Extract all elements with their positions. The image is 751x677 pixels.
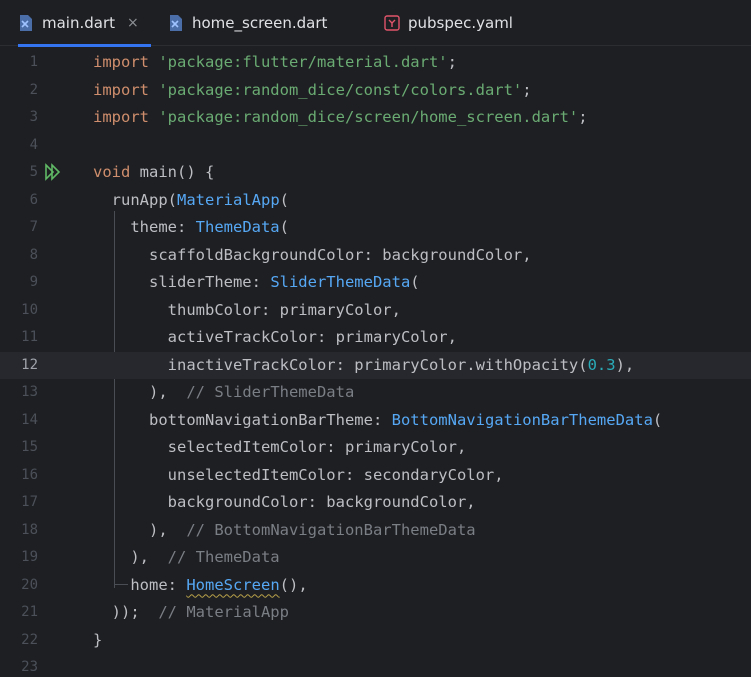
dart-file-icon [170, 15, 182, 31]
code-line: 7 theme: ThemeData( [0, 214, 751, 242]
code-line: 3 import 'package:random_dice/screen/hom… [0, 104, 751, 132]
line-number: 9 [29, 274, 38, 290]
code-line: 21 )); // MaterialApp [0, 599, 751, 627]
code-text: runApp(MaterialApp( [93, 190, 289, 209]
code-editor[interactable]: 1 import 'package:flutter/material.dart'… [0, 46, 751, 677]
code-line: 20 home: HomeScreen(), [0, 572, 751, 600]
code-line: 10 thumbColor: primaryColor, [0, 297, 751, 325]
editor-tab-bar: main.dart × home_screen.dart pubspec.yam… [0, 0, 751, 47]
line-number: 17 [21, 494, 38, 510]
code-text: import 'package:random_dice/screen/home_… [93, 108, 588, 126]
tab-home-screen-dart[interactable]: home_screen.dart [168, 0, 327, 46]
code-line: 4 [0, 132, 751, 160]
closing-label-comment: // BottomNavigationBarThemeData [186, 520, 476, 539]
line-number: 8 [29, 246, 38, 263]
line-number: 13 [21, 384, 38, 400]
code-text: import 'package:flutter/material.dart'; [93, 53, 457, 71]
code-text: sliderTheme: SliderThemeData( [93, 273, 420, 291]
line-number: 11 [21, 329, 38, 345]
line-number: 5 [29, 164, 38, 180]
line-number: 7 [29, 219, 38, 235]
run-main-icon[interactable] [44, 163, 62, 181]
code-text: ), // SliderThemeData [93, 383, 355, 401]
code-text: void main() { [93, 163, 215, 181]
code-line: 16 unselectedItemColor: secondaryColor, [0, 462, 751, 490]
code-line: 1 import 'package:flutter/material.dart'… [0, 49, 751, 77]
code-line: 11 activeTrackColor: primaryColor, [0, 324, 751, 352]
line-number: 3 [29, 109, 38, 125]
tab-pubspec-yaml[interactable]: pubspec.yaml [384, 0, 513, 46]
code-text: theme: ThemeData( [93, 218, 289, 236]
line-number: 19 [21, 549, 38, 565]
code-line: 19 ), // ThemeData [0, 544, 751, 572]
code-text: activeTrackColor: primaryColor, [93, 328, 457, 346]
close-tab-icon[interactable]: × [127, 15, 139, 31]
code-text: backgroundColor: backgroundColor, [93, 493, 476, 511]
tab-main-dart[interactable]: main.dart × [18, 0, 151, 47]
line-number: 4 [29, 136, 38, 153]
line-number: 18 [21, 521, 38, 538]
code-line: 13 ), // SliderThemeData [0, 379, 751, 407]
code-line: 22 } [0, 627, 751, 655]
code-text: home: HomeScreen(), [93, 575, 308, 594]
code-line: 17 backgroundColor: backgroundColor, [0, 489, 751, 517]
line-number: 16 [21, 466, 38, 483]
code-text: ), // BottomNavigationBarThemeData [93, 520, 476, 539]
code-line: 2 import 'package:random_dice/const/colo… [0, 77, 751, 105]
line-number: 14 [21, 411, 38, 428]
line-number: 1 [29, 54, 38, 70]
code-text: ), // ThemeData [93, 548, 280, 566]
yaml-file-icon [384, 15, 400, 31]
tab-label: main.dart [42, 14, 116, 32]
code-text: bottomNavigationBarTheme: BottomNavigati… [93, 410, 663, 429]
tab-label: home_screen.dart [192, 14, 328, 32]
code-text: } [93, 630, 103, 649]
tab-label: pubspec.yaml [408, 14, 513, 32]
closing-label-comment: // MaterialApp [158, 603, 289, 621]
code-text: unselectedItemColor: secondaryColor, [93, 465, 504, 484]
code-line: 15 selectedItemColor: primaryColor, [0, 434, 751, 462]
code-text: )); // MaterialApp [93, 603, 289, 621]
code-line: 5 void main() { [0, 159, 751, 187]
line-number: 15 [21, 439, 38, 455]
code-line: 23 [0, 654, 751, 677]
line-number: 10 [21, 301, 38, 318]
code-text: selectedItemColor: primaryColor, [93, 438, 467, 456]
code-line-current: 12 inactiveTrackColor: primaryColor.with… [0, 351, 751, 379]
dart-file-icon [20, 15, 32, 31]
homescreen-reference: HomeScreen [186, 575, 280, 594]
closing-label-comment: // ThemeData [167, 548, 280, 566]
code-line: 6 runApp(MaterialApp( [0, 187, 751, 215]
code-text: scaffoldBackgroundColor: backgroundColor… [93, 245, 532, 264]
code-text: inactiveTrackColor: primaryColor.withOpa… [93, 355, 635, 374]
line-number: 21 [21, 604, 38, 620]
closing-label-comment: // SliderThemeData [186, 383, 355, 401]
code-line: 18 ), // BottomNavigationBarThemeData [0, 517, 751, 545]
code-text: import 'package:random_dice/const/colors… [93, 80, 532, 99]
code-line: 9 sliderTheme: SliderThemeData( [0, 269, 751, 297]
line-number: 22 [21, 631, 38, 648]
code-line: 8 scaffoldBackgroundColor: backgroundCol… [0, 242, 751, 270]
code-text: thumbColor: primaryColor, [93, 300, 401, 319]
line-number: 20 [21, 576, 38, 593]
line-number: 6 [29, 191, 38, 208]
line-number: 23 [21, 659, 38, 675]
line-number: 12 [21, 356, 38, 373]
code-line: 14 bottomNavigationBarTheme: BottomNavig… [0, 407, 751, 435]
line-number: 2 [29, 81, 38, 98]
